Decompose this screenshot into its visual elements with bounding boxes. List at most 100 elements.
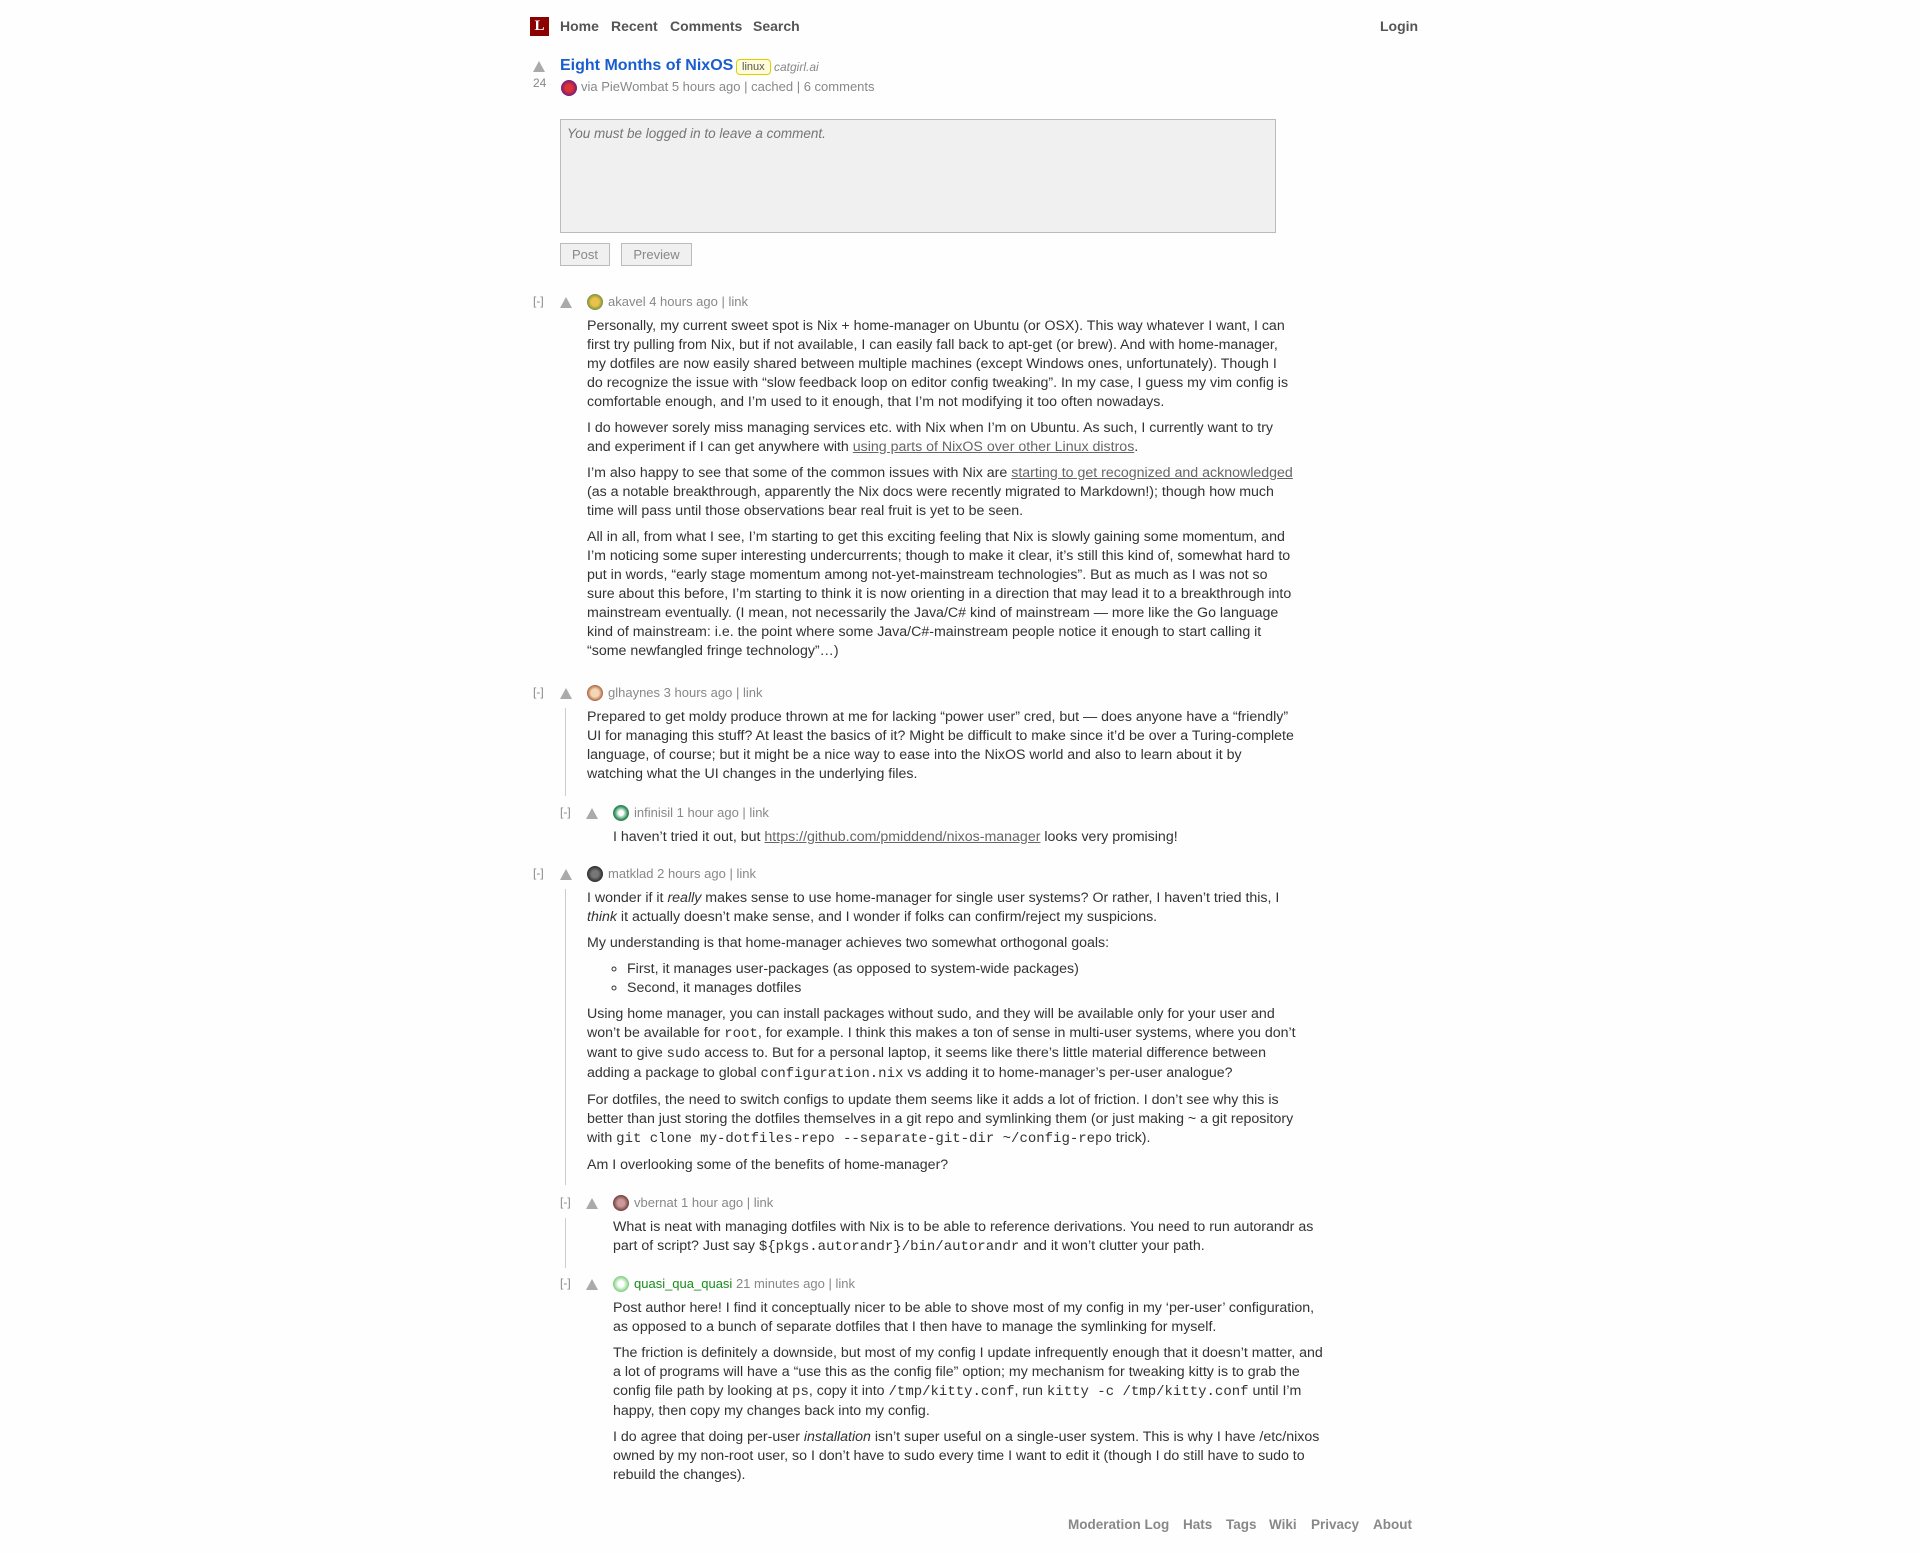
story-score: 24	[533, 76, 547, 90]
comment-author[interactable]: infinisil	[634, 805, 673, 820]
user-avatar-icon	[613, 1276, 629, 1292]
login-link[interactable]: Login	[1380, 18, 1418, 34]
list-item: Second, it manages dotfiles	[627, 979, 1299, 998]
comment-time: 2 hours ago	[657, 866, 726, 881]
upvote-icon[interactable]	[586, 1279, 598, 1290]
preview-button[interactable]: Preview	[621, 243, 692, 266]
collapse-toggle[interactable]: [-]	[560, 1195, 571, 1209]
comment-meta: vbernat 1 hour ago | link	[634, 1195, 774, 1210]
byline-prefix: via	[581, 79, 598, 94]
comment-link[interactable]: link	[835, 1276, 855, 1291]
comment-body: I wonder if it really makes sense to use…	[587, 889, 1299, 1182]
nav-comments[interactable]: Comments	[670, 18, 742, 34]
comment-link[interactable]: link	[736, 866, 756, 881]
comments-count-link[interactable]: 6 comments	[804, 79, 875, 94]
comment-body: Post author here! I find it conceptually…	[613, 1299, 1325, 1492]
comment-link[interactable]: link	[754, 1195, 774, 1210]
story-byline: via PieWombat 5 hours ago | cached | 6 c…	[581, 79, 875, 94]
comment-paragraph: The friction is definitely a downside, b…	[613, 1345, 1323, 1419]
story-time: 5 hours ago	[671, 79, 741, 94]
comment-paragraph: I do however sorely miss managing servic…	[587, 420, 1274, 455]
collapse-toggle[interactable]: [-]	[560, 1276, 571, 1290]
thread-line	[565, 708, 566, 796]
site-logo[interactable]: L	[530, 17, 549, 36]
upvote-icon[interactable]	[560, 297, 572, 308]
story-upvote-icon[interactable]	[533, 61, 545, 72]
comment-link[interactable]: link	[743, 685, 763, 700]
comment-time: 3 hours ago	[663, 685, 733, 700]
thread-line	[565, 889, 566, 1185]
comment-paragraph: What is neat with managing dotfiles with…	[613, 1219, 1314, 1255]
comment-meta: matklad 2 hours ago | link	[608, 866, 756, 881]
inline-link[interactable]: starting to get recognized and acknowled…	[1011, 465, 1293, 481]
upvote-icon[interactable]	[586, 1198, 598, 1209]
collapse-toggle[interactable]: [-]	[533, 685, 544, 699]
comment-author[interactable]: vbernat	[634, 1195, 677, 1210]
comment-link[interactable]: link	[749, 805, 769, 820]
story-domain[interactable]: catgirl.ai	[774, 60, 819, 74]
collapse-toggle[interactable]: [-]	[533, 866, 544, 880]
comment-time: 4 hours ago	[649, 294, 718, 309]
upvote-icon[interactable]	[586, 808, 598, 819]
story-title[interactable]: Eight Months of NixOS	[560, 57, 733, 75]
footer-tags[interactable]: Tags	[1226, 1517, 1257, 1532]
comment-time: 21 minutes ago	[735, 1276, 825, 1291]
comment-author-op[interactable]: quasi_qua_quasi	[634, 1276, 732, 1291]
nav-home[interactable]: Home	[560, 18, 599, 34]
comment-paragraph: I do agree that doing per-user installat…	[613, 1429, 1320, 1483]
comment-meta: glhaynes 3 hours ago | link	[608, 685, 763, 700]
user-avatar-icon	[587, 685, 603, 701]
comment-list: First, it manages user-packages (as oppo…	[587, 960, 1299, 998]
comment-textarea[interactable]	[560, 119, 1276, 233]
collapse-toggle[interactable]: [-]	[533, 294, 544, 308]
footer-hats[interactable]: Hats	[1183, 1517, 1212, 1532]
comment-meta: akavel 4 hours ago | link	[608, 294, 748, 309]
comment-paragraph: Using home manager, you can install pack…	[587, 1006, 1296, 1082]
comment-time: 1 hour ago	[676, 805, 739, 820]
separator: |	[744, 79, 748, 94]
page: L Home Recent Comments Search Login 24 E…	[0, 0, 1920, 1553]
comment-paragraph: For dotfiles, the need to switch configs…	[587, 1092, 1294, 1147]
footer-about[interactable]: About	[1373, 1517, 1412, 1532]
user-avatar-icon	[587, 294, 603, 310]
thread-line	[565, 1218, 566, 1268]
footer-moderation-log[interactable]: Moderation Log	[1068, 1517, 1169, 1532]
footer-wiki[interactable]: Wiki	[1269, 1517, 1297, 1532]
comment-paragraph: Prepared to get moldy produce thrown at …	[587, 709, 1294, 782]
comment-author[interactable]: glhaynes	[608, 685, 660, 700]
comment-paragraph: Personally, my current sweet spot is Nix…	[587, 318, 1289, 410]
story-author[interactable]: PieWombat	[601, 79, 668, 94]
upvote-icon[interactable]	[560, 869, 572, 880]
comment-paragraph: I’m also happy to see that some of the c…	[587, 465, 1293, 519]
separator: |	[796, 79, 801, 94]
collapse-toggle[interactable]: [-]	[560, 805, 571, 819]
user-avatar-icon	[587, 866, 603, 882]
comment-author[interactable]: matklad	[608, 866, 654, 881]
user-avatar-icon	[613, 1195, 629, 1211]
inline-link[interactable]: https://github.com/pmiddend/nixos-manage…	[764, 829, 1040, 845]
upvote-icon[interactable]	[560, 688, 572, 699]
comment-body: Personally, my current sweet spot is Nix…	[587, 317, 1295, 668]
comment-paragraph: Post author here! I find it conceptually…	[613, 1300, 1315, 1335]
user-avatar-icon	[613, 805, 629, 821]
comment-meta: quasi_qua_quasi 21 minutes ago | link	[634, 1276, 855, 1291]
nav-search[interactable]: Search	[753, 18, 800, 34]
comment-time: 1 hour ago	[681, 1195, 744, 1210]
comment-author[interactable]: akavel	[608, 294, 646, 309]
comment-paragraph: My understanding is that home-manager ac…	[587, 935, 1110, 951]
footer-privacy[interactable]: Privacy	[1311, 1517, 1359, 1532]
comment-link[interactable]: link	[728, 294, 748, 309]
list-item: First, it manages user-packages (as oppo…	[627, 960, 1299, 979]
nav-recent[interactable]: Recent	[611, 18, 658, 34]
cached-link[interactable]: cached	[751, 79, 793, 94]
comment-paragraph: I haven’t tried it out, but https://gith…	[613, 829, 1178, 845]
comment-body: I haven’t tried it out, but https://gith…	[613, 828, 1321, 854]
inline-link[interactable]: using parts of NixOS over other Linux di…	[853, 439, 1135, 455]
tag-linux[interactable]: linux	[736, 59, 771, 75]
post-button[interactable]: Post	[560, 243, 610, 266]
user-avatar-icon	[561, 80, 577, 96]
comment-body: Prepared to get moldy produce thrown at …	[587, 708, 1295, 791]
comment-paragraph: Am I overlooking some of the benefits of…	[587, 1157, 949, 1173]
comment-meta: infinisil 1 hour ago | link	[634, 805, 769, 820]
comment-paragraph: I wonder if it really makes sense to use…	[587, 890, 1280, 925]
